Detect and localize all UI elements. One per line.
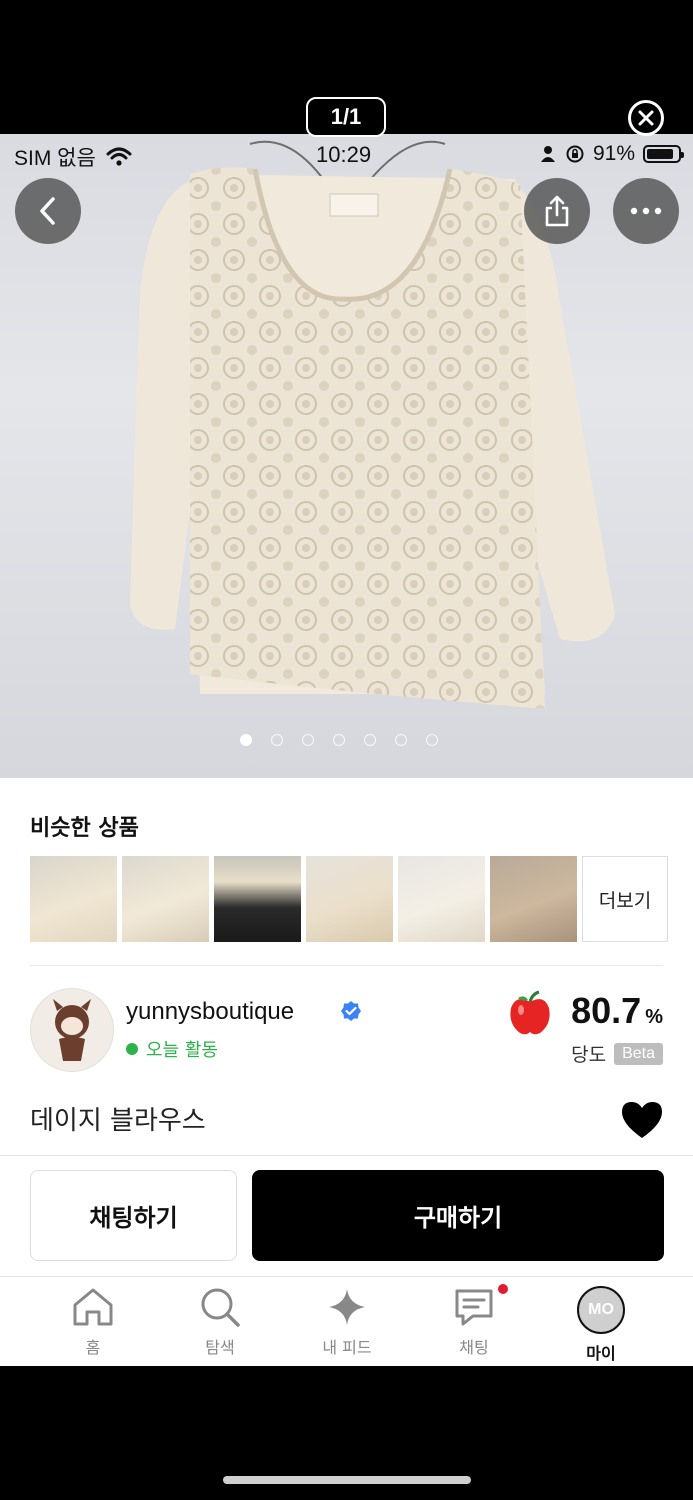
profile-icon: MO	[577, 1286, 625, 1334]
sweetness-label-row[interactable]: 당도 Beta	[571, 1040, 663, 1067]
person-icon	[540, 146, 555, 162]
chevron-left-icon	[40, 197, 55, 225]
tab-label: 내 피드	[322, 1338, 372, 1357]
status-time: 10:29	[316, 142, 372, 167]
chat-notification-badge	[498, 1284, 508, 1294]
product-photo[interactable]	[0, 134, 693, 778]
close-viewer-button[interactable]	[628, 100, 664, 136]
tab-chat[interactable]: 채팅	[419, 1286, 529, 1358]
wifi-icon	[106, 147, 132, 166]
tab-my-feed[interactable]: 내 피드	[292, 1286, 402, 1358]
seller-activity: 오늘 활동	[126, 1036, 218, 1062]
chat-button[interactable]: 채팅하기	[30, 1170, 237, 1261]
sparkle-icon	[329, 1289, 365, 1325]
beta-badge: Beta	[614, 1042, 663, 1065]
home-indicator[interactable]	[223, 1476, 471, 1484]
product-title: 데이지 블라우스	[30, 1106, 206, 1136]
pagination-dot[interactable]	[364, 734, 376, 746]
home-icon	[73, 1288, 113, 1326]
sweetness-unit: %	[645, 1006, 663, 1028]
similar-product-thumbnail[interactable]	[490, 856, 577, 942]
share-button[interactable]	[524, 178, 590, 244]
tab-search[interactable]: 탐색	[165, 1286, 275, 1358]
blouse-image	[130, 140, 615, 710]
more-options-button[interactable]	[613, 178, 679, 244]
sweetness-score: 80.7 %	[571, 990, 663, 1032]
pagination-dot[interactable]	[395, 734, 407, 746]
similar-product-thumbnail[interactable]	[398, 856, 485, 942]
back-button[interactable]	[15, 178, 81, 244]
buy-button[interactable]: 구매하기	[252, 1170, 664, 1261]
image-counter: 1/1	[306, 97, 386, 137]
activity-label: 오늘 활동	[146, 1040, 218, 1061]
similar-product-thumbnail[interactable]	[306, 856, 393, 942]
sweetness-label: 당도	[571, 1044, 607, 1066]
seller-avatar-image	[53, 999, 91, 1061]
pagination-dot[interactable]	[240, 734, 252, 746]
sweetness-value: 80.7	[571, 990, 642, 1031]
pagination-dot[interactable]	[333, 734, 345, 746]
seller-avatar[interactable]	[30, 988, 114, 1072]
product-detail-sheet: 비슷한 상품 더보기 yunnysboutique 오늘 활동 80.7 % 당…	[0, 778, 693, 1366]
rotation-lock-icon	[566, 145, 584, 163]
similar-product-thumbnail[interactable]	[214, 856, 301, 942]
apple-icon	[510, 990, 550, 1035]
tab-my[interactable]: MO 마이	[546, 1286, 656, 1364]
close-icon	[638, 110, 654, 126]
divider	[0, 1155, 693, 1156]
more-dots-icon	[630, 207, 662, 215]
tab-label: 탐색	[205, 1338, 235, 1357]
similar-products-list: 더보기	[30, 856, 668, 942]
gallery-pagination	[240, 734, 438, 746]
share-icon	[545, 195, 569, 227]
tab-label: 마이	[586, 1344, 616, 1363]
divider	[30, 965, 663, 966]
battery-percent: 91%	[592, 142, 635, 165]
similar-products-title: 비슷한 상품	[30, 816, 139, 841]
online-dot	[126, 1043, 138, 1055]
similar-product-thumbnail[interactable]	[30, 856, 117, 942]
similar-product-thumbnail[interactable]	[122, 856, 209, 942]
tab-home[interactable]: 홈	[38, 1286, 148, 1358]
bottom-tab-bar: 홈 탐색 내 피드 채팅 MO 마이	[0, 1278, 693, 1366]
pagination-dot[interactable]	[271, 734, 283, 746]
verified-badge-icon	[341, 1001, 361, 1021]
tab-label: 홈	[85, 1338, 101, 1357]
carrier-label: SIM 없음	[14, 147, 96, 170]
see-more-button[interactable]: 더보기	[582, 856, 668, 942]
pagination-dot[interactable]	[426, 734, 438, 746]
chat-icon	[455, 1289, 493, 1326]
divider	[0, 1276, 693, 1277]
status-bar: SIM 없음 10:29 91%	[0, 134, 693, 174]
battery-icon	[643, 145, 684, 163]
seller-name[interactable]: yunnysboutique	[126, 998, 294, 1026]
like-heart-icon[interactable]	[620, 1100, 664, 1140]
pagination-dot[interactable]	[302, 734, 314, 746]
search-icon	[201, 1288, 240, 1327]
tab-label: 채팅	[459, 1338, 489, 1357]
